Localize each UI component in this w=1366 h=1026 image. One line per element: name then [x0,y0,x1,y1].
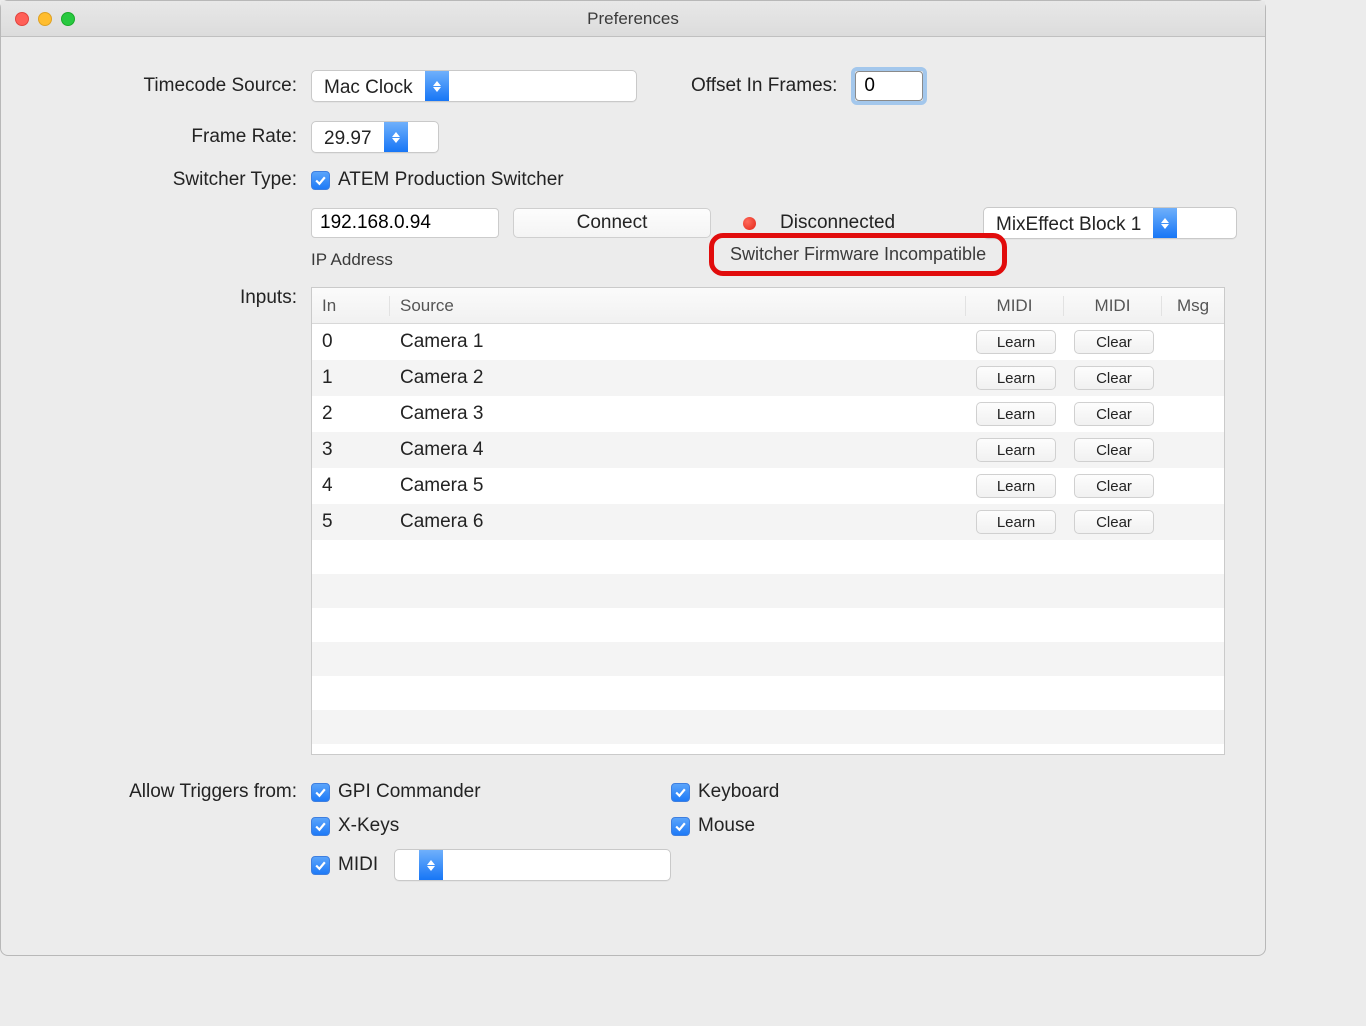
midi-label: MIDI [338,854,378,876]
cell-source: Camera 2 [390,367,966,389]
check-icon [674,786,687,799]
mixeffect-value: MixEffect Block 1 [984,208,1153,238]
xkeys-checkbox[interactable] [311,817,330,836]
table-row [312,574,1224,608]
check-icon [314,786,327,799]
cell-in: 4 [312,475,390,497]
col-midi2: MIDI [1064,296,1162,316]
col-in: In [312,296,390,316]
learn-button[interactable]: Learn [976,474,1056,498]
check-icon [314,820,327,833]
col-midi1: MIDI [966,296,1064,316]
frame-rate-label: Frame Rate: [29,126,311,148]
frame-rate-select[interactable]: 29.97 [311,121,439,153]
timecode-source-select[interactable]: Mac Clock [311,70,637,102]
gpi-checkbox[interactable] [311,783,330,802]
atem-checkbox-label: ATEM Production Switcher [338,169,564,191]
table-row [312,540,1224,574]
keyboard-label: Keyboard [698,781,779,803]
ip-address-input[interactable] [311,208,499,238]
table-row [312,608,1224,642]
table-row[interactable]: 2Camera 3 Learn Clear [312,396,1224,432]
titlebar: Preferences [1,1,1265,37]
check-icon [314,859,327,872]
status-indicator-icon [743,217,756,230]
cell-in: 2 [312,403,390,425]
mouse-checkbox[interactable] [671,817,690,836]
window-title: Preferences [1,9,1265,29]
chevron-updown-icon [384,122,408,152]
clear-button[interactable]: Clear [1074,474,1154,498]
cell-in: 0 [312,331,390,353]
gpi-label: GPI Commander [338,781,481,803]
cell-in: 3 [312,439,390,461]
col-msg: Msg [1162,296,1224,316]
switcher-type-label: Switcher Type: [29,169,311,191]
table-row [312,710,1224,744]
clear-button[interactable]: Clear [1074,366,1154,390]
mouse-label: Mouse [698,815,755,837]
learn-button[interactable]: Learn [976,366,1056,390]
triggers-label: Allow Triggers from: [29,781,311,803]
chevron-updown-icon [425,71,449,101]
midi-device-value [395,850,419,880]
cell-source: Camera 6 [390,511,966,533]
clear-button[interactable]: Clear [1074,330,1154,354]
offset-frames-label: Offset In Frames: [691,75,837,97]
cell-source: Camera 5 [390,475,966,497]
clear-button[interactable]: Clear [1074,438,1154,462]
table-row [312,642,1224,676]
offset-frames-input[interactable] [855,71,923,101]
table-row [312,676,1224,710]
col-source: Source [390,296,966,316]
clear-button[interactable]: Clear [1074,510,1154,534]
chevron-updown-icon [1153,208,1177,238]
firmware-callout: Switcher Firmware Incompatible [709,233,1007,276]
check-icon [314,174,327,187]
cell-source: Camera 1 [390,331,966,353]
learn-button[interactable]: Learn [976,330,1056,354]
xkeys-label: X-Keys [338,815,399,837]
mixeffect-select[interactable]: MixEffect Block 1 [983,207,1237,239]
learn-button[interactable]: Learn [976,402,1056,426]
table-row[interactable]: 1Camera 2 Learn Clear [312,360,1224,396]
frame-rate-value: 29.97 [312,122,384,152]
learn-button[interactable]: Learn [976,438,1056,462]
table-header: In Source MIDI MIDI Msg [312,288,1224,324]
keyboard-checkbox[interactable] [671,783,690,802]
cell-in: 1 [312,367,390,389]
learn-button[interactable]: Learn [976,510,1056,534]
offset-frames-focus-ring [851,67,927,105]
cell-in: 5 [312,511,390,533]
inputs-table: In Source MIDI MIDI Msg 0Camera 1 Learn Cl… [311,287,1225,755]
table-row[interactable]: 5Camera 6 Learn Clear [312,504,1224,540]
cell-source: Camera 3 [390,403,966,425]
connect-button[interactable]: Connect [513,208,711,238]
atem-checkbox[interactable] [311,171,330,190]
table-row[interactable]: 4Camera 5 Learn Clear [312,468,1224,504]
timecode-source-value: Mac Clock [312,71,425,101]
ip-address-label: IP Address [311,250,393,270]
midi-device-select[interactable] [394,849,671,881]
check-icon [674,820,687,833]
chevron-updown-icon [419,850,443,880]
connection-status: Disconnected [780,212,895,234]
table-row[interactable]: 0Camera 1 Learn Clear [312,324,1224,360]
inputs-label: Inputs: [29,287,311,309]
cell-source: Camera 4 [390,439,966,461]
clear-button[interactable]: Clear [1074,402,1154,426]
table-row[interactable]: 3Camera 4 Learn Clear [312,432,1224,468]
midi-checkbox[interactable] [311,856,330,875]
timecode-source-label: Timecode Source: [29,75,311,97]
